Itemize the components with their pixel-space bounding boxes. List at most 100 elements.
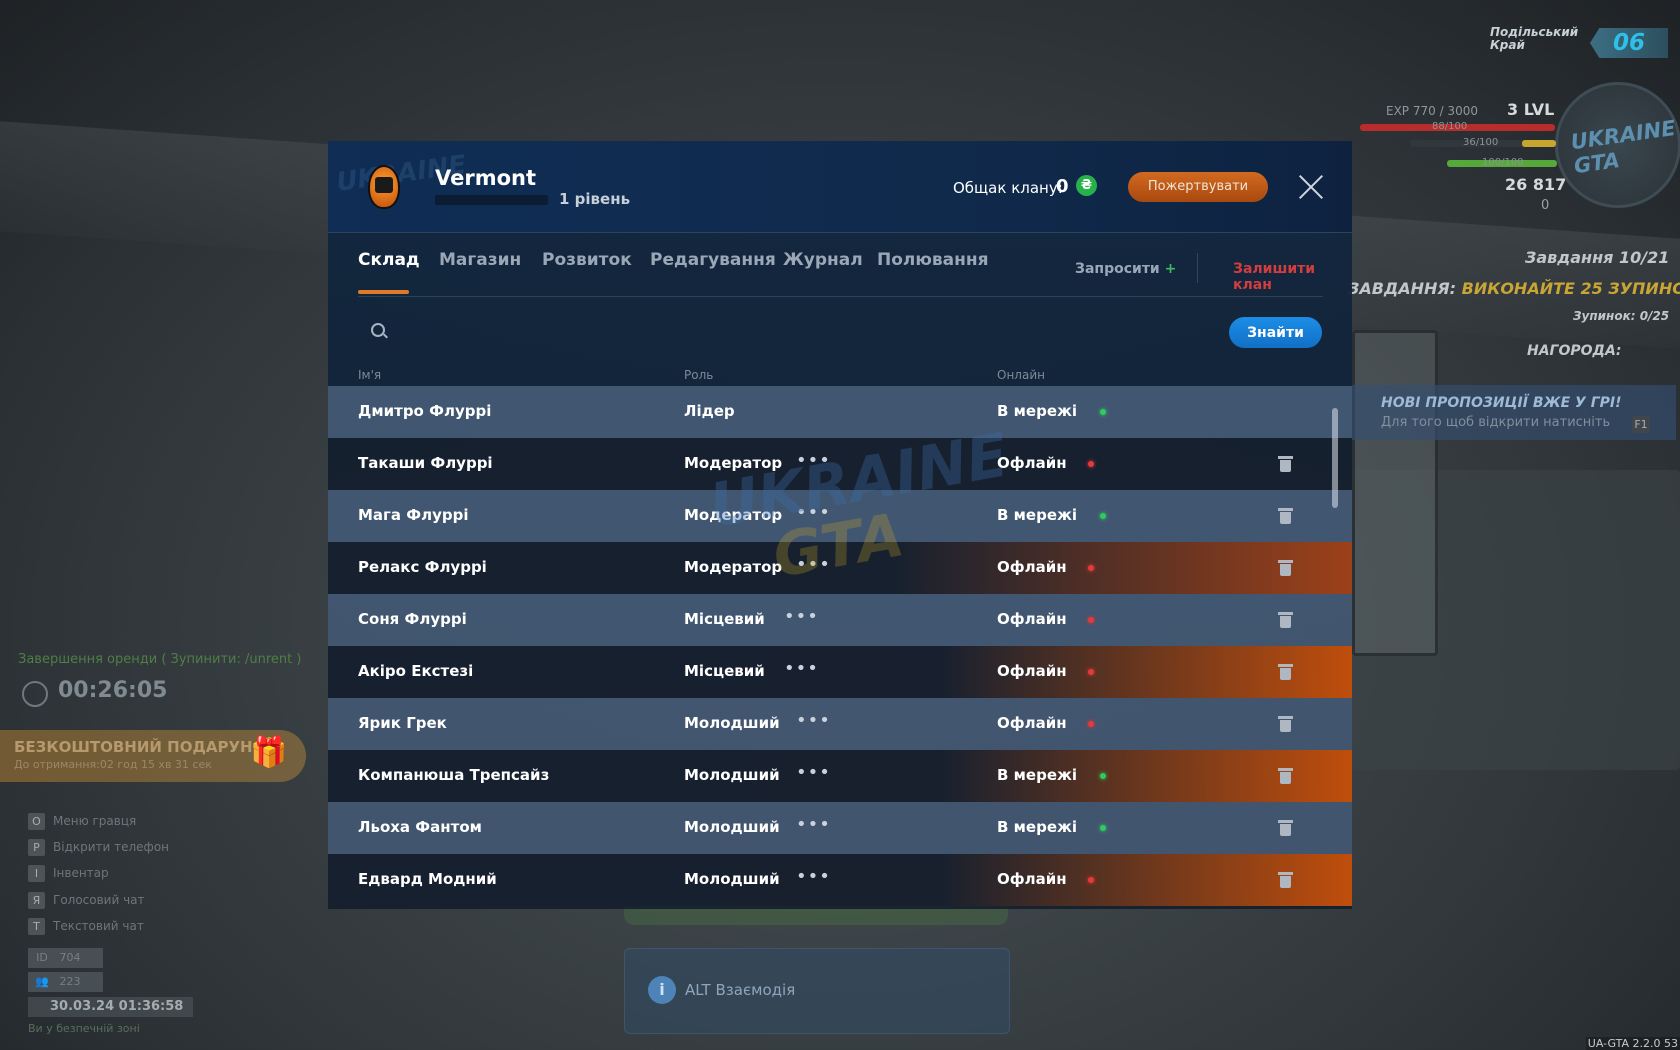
- member-status: Офлайн: [997, 714, 1067, 732]
- clan-logo-icon: [368, 165, 400, 209]
- invite-button[interactable]: Запросити +: [1075, 261, 1176, 277]
- hotkey-row: T Текстовий чат: [28, 917, 144, 935]
- active-tab-indicator: [358, 290, 409, 294]
- interaction-hint-text: ALT Взаємодія: [685, 981, 796, 999]
- stopwatch-icon: [22, 681, 48, 707]
- donate-button[interactable]: Пожертвувати: [1128, 172, 1268, 202]
- armor-bar-fill: [1522, 140, 1556, 147]
- member-role: Модератор: [684, 506, 783, 524]
- member-name: Едвард Модний: [358, 870, 497, 888]
- find-button[interactable]: Знайти: [1229, 317, 1322, 348]
- task-stops: Зупинок: 0/25: [1573, 309, 1670, 323]
- coins-counter: 0: [1541, 198, 1550, 213]
- online-dot-icon: [1100, 773, 1106, 779]
- info-icon: i: [648, 976, 676, 1004]
- hryvnia-icon: ₴: [1076, 175, 1097, 196]
- member-status: В мережі: [997, 402, 1078, 420]
- tab-shop[interactable]: Магазин: [439, 250, 521, 270]
- task-title: Завдання 10/21: [1525, 248, 1670, 267]
- tab-development[interactable]: Розвиток: [542, 250, 632, 270]
- scrollbar[interactable]: [1332, 408, 1338, 508]
- more-options-icon[interactable]: •••: [796, 868, 831, 886]
- trash-icon[interactable]: [1278, 820, 1293, 836]
- table-row[interactable]: Акіро Екстезі Місцевий ••• Офлайн: [328, 646, 1352, 698]
- tab-log[interactable]: Журнал: [783, 250, 863, 270]
- column-header-name: Ім'я: [358, 368, 382, 382]
- task-line: ЗАВДАННЯ: ВИКОНАЙТЕ 25 ЗУПИНОК: [1348, 279, 1680, 298]
- gift-title: БЕЗКОШТОВНИЙ ПОДАРУНОК: [14, 738, 278, 756]
- tab-editing[interactable]: Редагування: [650, 250, 776, 270]
- version-label: UA-GTA 2.2.0 53: [1585, 1037, 1680, 1050]
- more-options-icon[interactable]: •••: [784, 660, 819, 678]
- hotkey-row: Я Голосовий чат: [28, 891, 145, 909]
- safe-zone-notice: Ви у безпечній зоні: [28, 1022, 140, 1035]
- member-status: В мережі: [997, 766, 1078, 784]
- trash-icon[interactable]: [1278, 612, 1293, 628]
- table-row[interactable]: Релакс Флуррі Модератор ••• Офлайн: [328, 542, 1352, 594]
- trash-icon[interactable]: [1278, 872, 1293, 888]
- close-icon[interactable]: [1296, 171, 1326, 201]
- more-options-icon[interactable]: •••: [796, 816, 831, 834]
- armor-text: 36/100: [1463, 137, 1499, 148]
- level-label: 3 LVL: [1507, 100, 1555, 119]
- member-role: Місцевий: [684, 610, 765, 628]
- online-dot-icon: [1100, 409, 1106, 415]
- money-counter: 26 817: [1505, 175, 1567, 194]
- tab-hunting[interactable]: Полювання: [877, 250, 989, 270]
- members-table: Дмитро Флуррі Лідер В мережі Такаши Флур…: [328, 386, 1352, 906]
- promo-title: НОВІ ПРОПОЗИЦІЇ ВЖЕ У ГРІ!: [1381, 395, 1622, 411]
- table-row[interactable]: Мага Флуррі Модератор ••• В мережі: [328, 490, 1352, 542]
- more-options-icon[interactable]: •••: [784, 608, 819, 626]
- promo-subtitle: Для того щоб відкрити натисніть: [1381, 415, 1611, 430]
- background-whiteboard: [1352, 330, 1438, 656]
- task-reward: НАГОРОДА:: [1527, 343, 1622, 359]
- clan-bank-label: Общак клану:: [953, 179, 1063, 197]
- game-logo-icon: UKRAINE GTA: [1555, 82, 1680, 208]
- member-status: Офлайн: [997, 870, 1067, 888]
- member-name: Компанюша Трепсайз: [358, 766, 550, 784]
- column-header-online: Онлайн: [997, 368, 1045, 382]
- clan-level-bar: [435, 195, 548, 205]
- hotkey-row: O Меню гравця: [28, 812, 136, 830]
- trash-icon[interactable]: [1278, 508, 1293, 524]
- more-options-icon[interactable]: •••: [796, 452, 831, 470]
- more-options-icon[interactable]: •••: [796, 556, 831, 574]
- gift-icon: 🎁: [250, 735, 288, 770]
- search-input[interactable]: [396, 313, 1130, 345]
- tab-roster[interactable]: Склад: [358, 250, 420, 270]
- member-name: Дмитро Флуррі: [358, 402, 492, 420]
- clan-bank-value: 0: [1056, 176, 1069, 197]
- table-row[interactable]: Такаши Флуррі Модератор ••• Офлайн: [328, 438, 1352, 490]
- member-status: Офлайн: [997, 610, 1067, 628]
- table-row[interactable]: Ярик Грек Молодший ••• Офлайн: [328, 698, 1352, 750]
- member-role: Місцевий: [684, 662, 765, 680]
- member-role: Модератор: [684, 558, 783, 576]
- trash-icon[interactable]: [1278, 664, 1293, 680]
- offline-dot-icon: [1088, 669, 1094, 675]
- member-role: Модератор: [684, 454, 783, 472]
- promo-banner[interactable]: [1346, 385, 1676, 440]
- member-role: Молодший: [684, 818, 780, 836]
- table-row[interactable]: Компанюша Трепсайз Молодший ••• В мережі: [328, 750, 1352, 802]
- member-status: Офлайн: [997, 454, 1067, 472]
- datetime: 30.03.24 01:36:58: [28, 997, 193, 1017]
- table-row[interactable]: Соня Флуррі Місцевий ••• Офлайн: [328, 594, 1352, 646]
- more-options-icon[interactable]: •••: [796, 764, 831, 782]
- more-options-icon[interactable]: •••: [796, 712, 831, 730]
- more-options-icon[interactable]: •••: [796, 504, 831, 522]
- member-status: В мережі: [997, 818, 1078, 836]
- clan-level: 1 рівень: [559, 190, 631, 208]
- table-row[interactable]: Дмитро Флуррі Лідер В мережі: [328, 386, 1352, 438]
- offline-dot-icon: [1088, 565, 1094, 571]
- trash-icon[interactable]: [1278, 768, 1293, 784]
- clan-tabs: Склад Магазин Розвиток Редагування Журна…: [358, 233, 1323, 297]
- trash-icon[interactable]: [1278, 456, 1293, 472]
- trash-icon[interactable]: [1278, 560, 1293, 576]
- column-header-role: Роль: [684, 368, 714, 382]
- rent-timer: 00:26:05: [58, 678, 168, 703]
- trash-icon[interactable]: [1278, 716, 1293, 732]
- leave-clan-button[interactable]: Залишити клан: [1233, 261, 1323, 293]
- table-row[interactable]: Едвард Модний Молодший ••• Офлайн: [328, 854, 1352, 906]
- member-status: Офлайн: [997, 662, 1067, 680]
- table-row[interactable]: Льоха Фантом Молодший ••• В мережі: [328, 802, 1352, 854]
